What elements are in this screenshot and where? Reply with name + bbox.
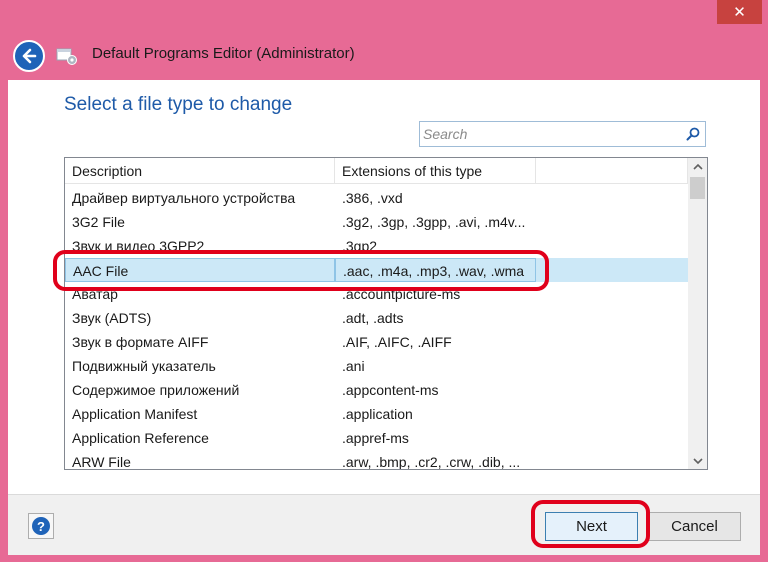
row-description: Аватар: [72, 286, 118, 302]
search-icon[interactable]: [685, 126, 701, 142]
help-button[interactable]: ?: [28, 513, 54, 539]
table-row[interactable]: Application Reference .appref-ms: [65, 426, 688, 450]
row-extensions: .accountpicture-ms: [342, 286, 461, 302]
row-description: Драйвер виртуального устройства: [72, 190, 296, 206]
help-icon: ?: [32, 517, 50, 535]
row-description: Содержимое приложений: [72, 382, 240, 398]
chevron-up-icon: [692, 163, 703, 170]
row-extensions: .3g2, .3gp, .3gpp, .avi, .m4v...: [342, 214, 526, 230]
row-extensions: .3gp2: [342, 238, 378, 254]
table-row-selected[interactable]: AAC File .aac, .m4a, .mp3, .wav, .wma: [65, 258, 688, 282]
column-header-filler: [536, 158, 688, 184]
file-type-list[interactable]: Description Extensions of this type Драй…: [64, 157, 708, 470]
row-description: Звук (ADTS): [72, 310, 152, 326]
scroll-up-button[interactable]: [688, 158, 707, 175]
cancel-button[interactable]: Cancel: [648, 512, 741, 541]
scroll-thumb[interactable]: [690, 177, 705, 199]
back-arrow-icon: [22, 48, 37, 64]
column-header-description[interactable]: Description: [65, 158, 335, 184]
row-extensions: .application: [342, 406, 413, 422]
content-panel: Select a file type to change Description…: [8, 80, 760, 494]
row-extensions: .appcontent-ms: [342, 382, 439, 398]
row-description: Application Reference: [72, 430, 209, 446]
row-extensions: .appref-ms: [342, 430, 409, 446]
search-input[interactable]: [423, 125, 673, 143]
table-row[interactable]: Подвижный указатель .ani: [65, 354, 688, 378]
row-extensions: .adt, .adts: [342, 310, 404, 326]
vertical-scrollbar[interactable]: [688, 158, 707, 469]
table-row[interactable]: Звук в формате AIFF .AIF, .AIFC, .AIFF: [65, 330, 688, 354]
close-icon: ✕: [733, 4, 746, 21]
table-row[interactable]: 3G2 File .3g2, .3gp, .3gpp, .avi, .m4v...: [65, 210, 688, 234]
row-description: Звук в формате AIFF: [72, 334, 209, 350]
row-extensions: .aac, .m4a, .mp3, .wav, .wma: [335, 258, 536, 282]
row-extensions: .arw, .bmp, .cr2, .crw, .dib, ...: [342, 454, 521, 470]
window-title: Default Programs Editor (Administrator): [92, 45, 355, 62]
scroll-down-button[interactable]: [688, 452, 707, 469]
footer-bar: ? Next Cancel: [8, 494, 760, 555]
table-row[interactable]: Аватар .accountpicture-ms: [65, 282, 688, 306]
table-row[interactable]: Application Manifest .application: [65, 402, 688, 426]
next-button[interactable]: Next: [545, 512, 638, 541]
table-row[interactable]: ARW File .arw, .bmp, .cr2, .crw, .dib, ..…: [65, 450, 688, 470]
chevron-down-icon: [692, 457, 703, 464]
close-button[interactable]: ✕: [717, 0, 762, 24]
row-description: AAC File: [65, 258, 335, 282]
column-header-extensions[interactable]: Extensions of this type: [335, 158, 536, 184]
table-row[interactable]: Звук (ADTS) .adt, .adts: [65, 306, 688, 330]
search-box[interactable]: [419, 121, 706, 147]
row-description: ARW File: [72, 454, 131, 470]
row-description: Application Manifest: [72, 406, 198, 422]
table-row[interactable]: Драйвер виртуального устройства .386, .vx…: [65, 186, 688, 210]
table-row[interactable]: Содержимое приложений .appcontent-ms: [65, 378, 688, 402]
row-extensions: .ani: [342, 358, 365, 374]
app-icon: [56, 44, 78, 66]
table-row[interactable]: Звук и видео 3GPP2 .3gp2: [65, 234, 688, 258]
row-extensions: .386, .vxd: [342, 190, 403, 206]
row-description: 3G2 File: [72, 214, 125, 230]
row-extensions: .AIF, .AIFC, .AIFF: [342, 334, 452, 350]
page-title: Select a file type to change: [64, 94, 293, 115]
back-button[interactable]: [13, 40, 45, 72]
app-window: ✕ Default Programs Editor (Administrator…: [0, 0, 768, 562]
row-description: Звук и видео 3GPP2: [72, 238, 205, 254]
row-description: Подвижный указатель: [72, 358, 216, 374]
